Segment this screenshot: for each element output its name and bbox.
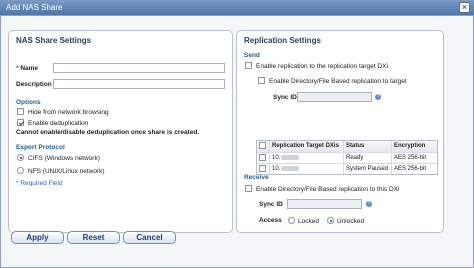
redacted-address bbox=[281, 154, 300, 160]
help-icon[interactable]: ? bbox=[375, 94, 381, 100]
header-encryption: Encryption bbox=[391, 141, 437, 152]
row-select-cell bbox=[257, 153, 269, 163]
receive-sync-id-label: Sync ID bbox=[259, 201, 283, 208]
encryption-cell: AES 256-bit bbox=[391, 164, 437, 174]
reset-button[interactable]: Reset bbox=[67, 231, 120, 244]
table-row[interactable]: 10. System Paused AES 256-bit bbox=[257, 163, 437, 174]
cifs-radio[interactable] bbox=[17, 154, 24, 161]
replication-settings-panel: Replication Settings Send Enable replica… bbox=[236, 30, 444, 233]
description-input[interactable] bbox=[53, 79, 225, 89]
replication-targets-table: Replication Target DXis Status Encryptio… bbox=[256, 140, 438, 175]
nas-share-settings-title: NAS Share Settings bbox=[16, 36, 92, 45]
name-input[interactable] bbox=[53, 63, 225, 73]
header-status: Status bbox=[343, 141, 391, 152]
cifs-label: CIFS (Windows network) bbox=[28, 155, 100, 162]
row-checkbox[interactable] bbox=[259, 165, 266, 172]
target-cell: 10. bbox=[269, 153, 343, 163]
nfs-label: NFS (UNIX/Linux network) bbox=[28, 168, 105, 175]
enable-dedup-checkbox[interactable] bbox=[17, 119, 24, 126]
enable-dir-file-checkbox[interactable] bbox=[258, 77, 265, 84]
receive-title: Receive bbox=[244, 174, 269, 181]
window-title-bar: Add NAS Share × bbox=[0, 0, 474, 15]
table-header-row: Replication Target DXis Status Encryptio… bbox=[257, 141, 437, 152]
enable-receive-label: Enable Directory/File Based replication … bbox=[256, 186, 400, 193]
export-protocol-title: Export Protocol bbox=[16, 144, 65, 151]
receive-sync-id-input[interactable] bbox=[287, 199, 362, 209]
status-cell: System Paused bbox=[343, 164, 391, 174]
status-cell: Ready bbox=[343, 153, 391, 163]
enable-dir-file-label: Enable Directory/File Based replication … bbox=[269, 78, 407, 85]
send-title: Send bbox=[244, 52, 260, 59]
select-all-cell bbox=[257, 141, 269, 152]
sync-id-input[interactable] bbox=[297, 92, 372, 102]
row-checkbox[interactable] bbox=[259, 154, 266, 161]
hide-browsing-checkbox[interactable] bbox=[17, 108, 24, 115]
options-title: Options bbox=[16, 99, 41, 106]
close-button[interactable]: × bbox=[459, 2, 470, 13]
replication-settings-title: Replication Settings bbox=[244, 36, 321, 45]
cancel-button[interactable]: Cancel bbox=[123, 231, 176, 244]
close-icon: × bbox=[461, 2, 468, 12]
hide-browsing-label: Hide from network browsing bbox=[28, 109, 109, 116]
table-row[interactable]: 10. Ready AES 256-bit bbox=[257, 152, 437, 163]
row-select-cell bbox=[257, 164, 269, 174]
help-icon[interactable]: ? bbox=[366, 201, 372, 207]
select-all-checkbox[interactable] bbox=[259, 142, 266, 149]
apply-button[interactable]: Apply bbox=[11, 231, 64, 244]
required-field-note: * Required Field bbox=[16, 180, 63, 187]
locked-radio[interactable] bbox=[288, 217, 295, 224]
description-label: Description bbox=[16, 81, 52, 88]
nfs-radio[interactable] bbox=[17, 167, 24, 174]
enable-replication-label: Enable replication to the replication ta… bbox=[256, 63, 388, 70]
header-target: Replication Target DXis bbox=[269, 141, 343, 152]
unlocked-radio[interactable] bbox=[327, 217, 334, 224]
sync-id-label: Sync ID bbox=[273, 94, 297, 101]
required-marker: * bbox=[16, 65, 19, 72]
access-label: Access bbox=[259, 217, 282, 224]
nas-share-settings-panel: NAS Share Settings * Name Description Op… bbox=[8, 30, 233, 233]
redacted-address bbox=[281, 165, 300, 171]
dedup-note: Cannot enable/disable deduplication once… bbox=[16, 129, 200, 136]
locked-label: Locked bbox=[298, 218, 319, 225]
enable-dedup-label: Enable deduplication bbox=[28, 120, 89, 127]
window-title: Add NAS Share bbox=[6, 3, 63, 12]
enable-receive-checkbox[interactable] bbox=[245, 185, 252, 192]
unlocked-label: Unlocked bbox=[337, 218, 365, 225]
target-cell: 10. bbox=[269, 164, 343, 174]
enable-replication-checkbox[interactable] bbox=[245, 62, 252, 69]
encryption-cell: AES 256-bit bbox=[391, 153, 437, 163]
name-label: * Name bbox=[16, 65, 39, 72]
